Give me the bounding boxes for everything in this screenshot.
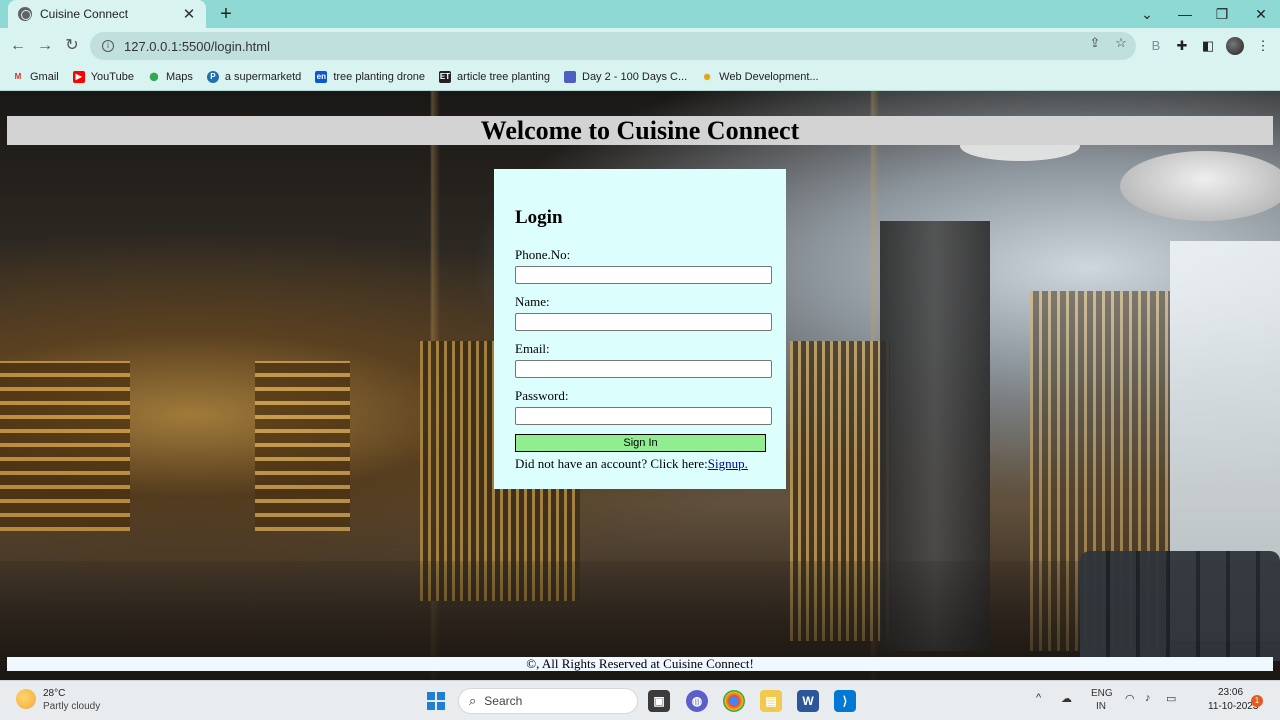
task-view-icon[interactable]: ▣ (648, 690, 670, 712)
weather-partly-cloudy-icon[interactable] (16, 689, 36, 709)
tab-search-chevron-icon[interactable]: ⌄ (1133, 3, 1161, 25)
profile-avatar[interactable] (1226, 37, 1244, 55)
bookmark-label: Web Development... (719, 71, 819, 83)
url-text[interactable]: 127.0.0.1:5500/login.html (124, 39, 270, 54)
clock-time[interactable]: 23:06 (1218, 687, 1243, 698)
site-footer: ©, All Rights Reserved at Cuisine Connec… (7, 657, 1273, 671)
email-label: Email: (515, 341, 550, 356)
globe-icon (18, 7, 32, 21)
bookmark-youtube[interactable]: ▶ YouTube (72, 71, 134, 83)
teams-chat-icon[interactable]: ◍ (686, 690, 708, 712)
back-arrow-icon[interactable]: ← (8, 36, 28, 56)
maximize-button[interactable]: ❐ (1208, 3, 1236, 25)
background-image (0, 361, 130, 531)
tab-strip: Cuisine Connect ✕ + ⌄ — ❐ ✕ (0, 0, 1280, 28)
battery-icon[interactable]: ▭ (1166, 692, 1176, 705)
volume-icon[interactable]: ♪ (1145, 692, 1151, 704)
site-header: Welcome to Cuisine Connect (7, 116, 1273, 145)
close-window-button[interactable]: ✕ (1247, 3, 1275, 25)
tab-close-icon[interactable]: ✕ (182, 5, 196, 23)
site-info-icon[interactable]: i (102, 40, 114, 52)
bookmark-supermarket[interactable]: P a supermarketd (206, 71, 302, 83)
signup-prompt-text: Did not have an account? Click here: (515, 456, 708, 471)
side-panel-icon[interactable]: ◧ (1200, 38, 1216, 54)
wifi-icon[interactable]: ◠ (1125, 692, 1135, 705)
forward-arrow-icon[interactable]: → (35, 36, 55, 56)
background-image (880, 221, 990, 651)
tab-title: Cuisine Connect (40, 7, 129, 21)
phone-label: Phone.No: (515, 247, 571, 262)
course-icon (564, 71, 576, 83)
bookmark-label: a supermarketd (224, 71, 302, 83)
address-bar[interactable]: i 127.0.0.1:5500/login.html (90, 32, 1136, 60)
bookmark-tree-planting-drone[interactable]: en tree planting drone (315, 71, 425, 83)
word-icon[interactable]: W (797, 690, 819, 712)
chrome-icon[interactable] (723, 690, 745, 712)
name-label: Name: (515, 294, 550, 309)
share-icon[interactable]: ⇪ (1087, 35, 1103, 51)
signup-link[interactable]: Signup. (708, 456, 748, 471)
email-input[interactable] (515, 360, 772, 378)
search-icon: ⌕ (469, 693, 477, 708)
background-image (1120, 151, 1280, 221)
notification-badge[interactable]: 1 (1251, 695, 1263, 707)
bookmark-gmail[interactable]: M Gmail (12, 71, 59, 83)
gmail-icon: M (14, 72, 22, 81)
login-form: Login Phone.No: Name: Email: Password: S… (494, 169, 786, 489)
bookmark-star-icon[interactable]: ☆ (1113, 35, 1129, 51)
page-viewport: Welcome to Cuisine Connect Login Phone.N… (0, 91, 1280, 680)
reload-icon[interactable]: ↻ (62, 36, 82, 56)
signup-prompt: Did not have an account? Click here:Sign… (515, 456, 772, 472)
browser-toolbar: ← → ↻ i 127.0.0.1:5500/login.html ⇪ ☆ B … (0, 28, 1280, 64)
file-explorer-icon[interactable]: ▤ (760, 690, 782, 712)
windows-start-icon[interactable] (427, 692, 445, 710)
bookmark-label: Maps (165, 71, 193, 83)
youtube-icon: ▶ (72, 71, 85, 83)
phone-input[interactable] (515, 266, 772, 284)
bookmark-100-days[interactable]: Day 2 - 100 Days C... (564, 71, 687, 83)
bookmark-label: Day 2 - 100 Days C... (582, 71, 688, 83)
bookmark-web-development[interactable]: ◉ Web Development... (701, 71, 819, 83)
background-image (255, 361, 350, 531)
weather-description[interactable]: Partly cloudy (43, 701, 100, 712)
taskbar: 28°C Partly cloudy ⌕ Search ▣ ◍ ▤ W ⟩ ^ … (0, 680, 1280, 720)
language-code[interactable]: ENG (1091, 688, 1113, 699)
onedrive-cloud-icon[interactable]: ☁ (1061, 692, 1072, 705)
bookmark-label: Gmail (30, 71, 59, 83)
bookmark-label: tree planting drone (333, 71, 426, 83)
new-tab-button[interactable]: + (216, 3, 236, 25)
password-label: Password: (515, 388, 569, 403)
region-code[interactable]: IN (1096, 701, 1106, 712)
en-site-icon: en (315, 71, 328, 83)
et-site-icon: ET (439, 71, 452, 83)
background-image (1170, 241, 1280, 641)
p-site-icon: P (206, 71, 219, 83)
vscode-icon[interactable]: ⟩ (834, 690, 856, 712)
sign-in-button[interactable]: Sign In (515, 434, 766, 452)
menu-kebab-icon[interactable]: ⋮ (1255, 38, 1271, 54)
bookmark-article-tree-planting[interactable]: ET article tree planting (439, 71, 550, 83)
show-hidden-icons-chevron-icon[interactable]: ^ (1036, 692, 1041, 704)
maps-icon: ⬤ (149, 72, 159, 81)
background-image (1030, 291, 1170, 651)
taskbar-search[interactable]: ⌕ Search (458, 688, 638, 714)
login-heading: Login (515, 207, 563, 228)
background-image (790, 341, 890, 641)
bookmark-maps[interactable]: ⬤ Maps (148, 71, 193, 83)
search-label: Search (484, 694, 523, 708)
background-image (1080, 551, 1280, 661)
web-dev-icon: ◉ (703, 72, 711, 81)
browser-tab[interactable]: Cuisine Connect ✕ (8, 0, 206, 28)
page-title: Welcome to Cuisine Connect (480, 116, 800, 145)
extensions-puzzle-icon[interactable]: ✚ (1174, 38, 1190, 54)
name-input[interactable] (515, 313, 772, 331)
extension-b-icon[interactable]: B (1148, 38, 1164, 54)
weather-temperature[interactable]: 28°C (43, 688, 65, 699)
minimize-button[interactable]: — (1171, 3, 1199, 25)
bookmarks-bar: M Gmail ▶ YouTube ⬤ Maps P a supermarket… (0, 64, 1280, 91)
password-input[interactable] (515, 407, 772, 425)
bookmark-label: article tree planting (457, 71, 550, 83)
bookmark-label: YouTube (90, 71, 134, 83)
